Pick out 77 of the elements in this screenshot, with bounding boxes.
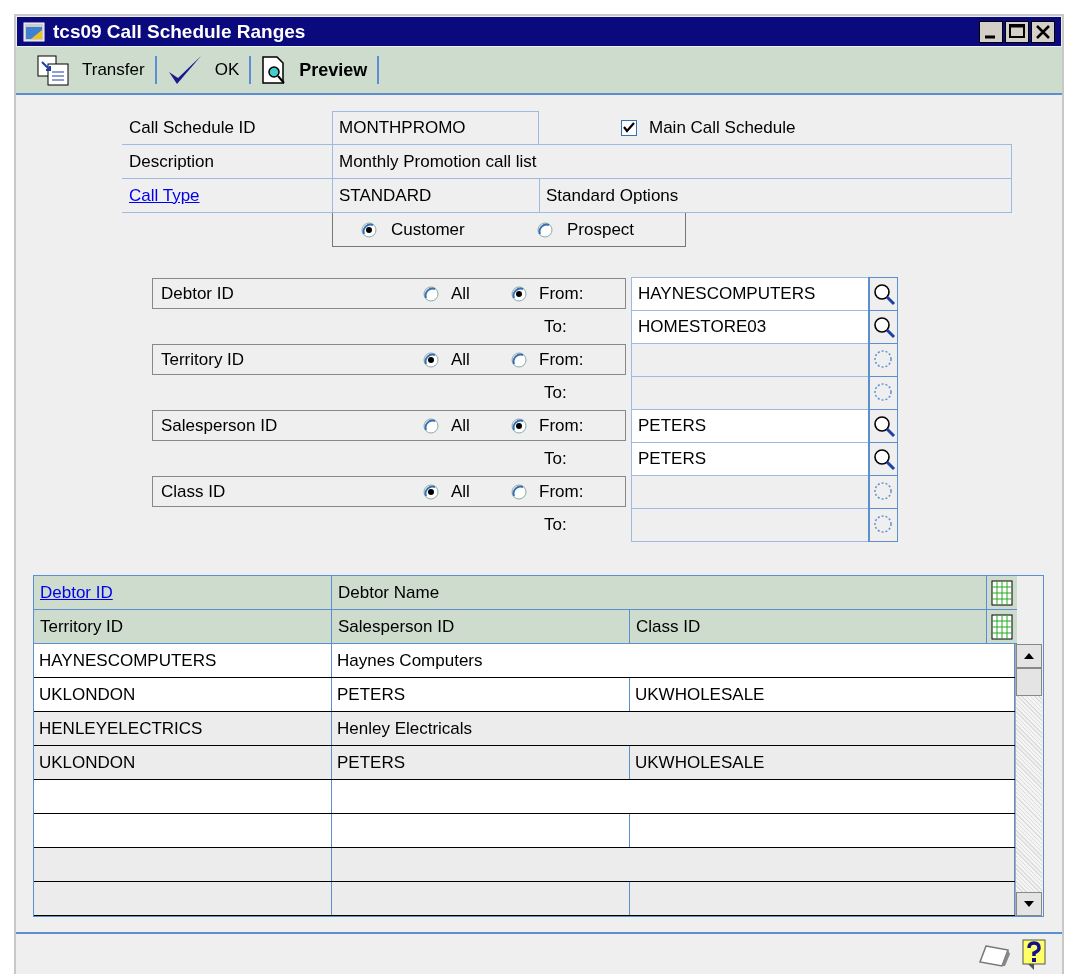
window-icon (23, 21, 45, 42)
scroll-thumb[interactable] (1016, 668, 1042, 696)
radio-button[interactable] (537, 221, 553, 238)
table-cell: PETERS (337, 752, 406, 773)
table-cell: HAYNESCOMPUTERS (39, 650, 217, 671)
magnified-page-icon (261, 55, 288, 85)
range-label: To: (544, 382, 567, 403)
radio-label: Customer (391, 219, 465, 240)
maximize-icon[interactable] (1005, 20, 1029, 43)
grid-icon[interactable] (991, 579, 1013, 606)
field-value: STANDARD (339, 185, 432, 206)
toolbar-button[interactable]: Transfer (26, 50, 155, 90)
checkbox[interactable] (621, 119, 637, 136)
column-header[interactable]: Debtor Name (338, 582, 440, 603)
radio-label: All (451, 349, 470, 370)
table-cell: UKWHOLESALE (635, 684, 765, 705)
radio-button[interactable] (511, 483, 527, 500)
column-header[interactable]: Class ID (636, 616, 701, 637)
radio-button[interactable] (423, 285, 439, 302)
field-value: Monthly Promotion call list (339, 151, 537, 172)
field-value: MONTHPROMO (339, 118, 466, 138)
search-icon[interactable] (871, 414, 896, 438)
table-cell: Haynes Computers (337, 650, 483, 671)
radio-button[interactable] (511, 417, 527, 434)
radio-button[interactable] (361, 221, 377, 238)
table-cell: PETERS (337, 684, 406, 705)
checkbox-label: Main Call Schedule (649, 117, 796, 138)
radio-label: From: (539, 481, 584, 502)
range-label: Salesperson ID (160, 415, 279, 436)
note-icon[interactable] (978, 942, 1012, 968)
toolbar-button[interactable]: OK (156, 50, 250, 90)
column-header[interactable]: Territory ID (40, 616, 124, 637)
table-cell: HENLEYELECTRICS (39, 718, 203, 739)
help-icon[interactable] (1022, 939, 1048, 971)
search-icon[interactable] (871, 282, 896, 306)
table-cell: UKLONDON (39, 752, 136, 773)
range-label: To: (544, 316, 567, 337)
grid-icon[interactable] (991, 613, 1013, 640)
radio-label: All (451, 283, 470, 304)
input-field[interactable]: HOMESTORE03 (631, 310, 868, 344)
input-field[interactable]: HAYNESCOMPUTERS (631, 277, 868, 311)
field-value: Standard Options (546, 185, 679, 206)
radio-label: From: (539, 349, 584, 370)
window-title: tcs09 Call Schedule Ranges (53, 20, 307, 43)
scrollbar[interactable] (1015, 644, 1042, 916)
radio-button[interactable] (511, 351, 527, 368)
radio-button[interactable] (423, 483, 439, 500)
radio-label: Prospect (567, 219, 635, 240)
field-label: Call Schedule ID (129, 117, 256, 138)
search-icon[interactable] (871, 315, 896, 339)
input-field[interactable]: PETERS (631, 442, 868, 476)
radio-label: From: (539, 415, 584, 436)
checkmark-icon (166, 54, 203, 86)
radio-label: From: (539, 283, 584, 304)
table-cell: UKLONDON (39, 684, 136, 705)
radio-button[interactable] (423, 417, 439, 434)
table-cell: Henley Electricals (337, 718, 473, 739)
radio-button[interactable] (423, 351, 439, 368)
close-icon[interactable] (1031, 20, 1055, 43)
range-label: To: (544, 514, 567, 535)
range-label: Debtor ID (160, 283, 235, 304)
field-link[interactable]: Call Type (129, 185, 200, 206)
input-field[interactable]: PETERS (631, 409, 868, 443)
radio-label: All (451, 481, 470, 502)
toolbar-button[interactable]: Preview (251, 50, 378, 90)
minimize-icon[interactable] (979, 20, 1003, 43)
range-label: Territory ID (160, 349, 246, 370)
column-header[interactable]: Salesperson ID (338, 616, 455, 637)
field-label: Description (129, 151, 215, 172)
search-icon[interactable] (871, 447, 896, 471)
documents-icon (36, 54, 70, 86)
column-header[interactable]: Debtor ID (40, 582, 113, 603)
range-label: Class ID (160, 481, 227, 502)
table-cell: UKWHOLESALE (635, 752, 765, 773)
range-label: To: (544, 448, 567, 469)
radio-button[interactable] (511, 285, 527, 302)
radio-label: All (451, 415, 470, 436)
